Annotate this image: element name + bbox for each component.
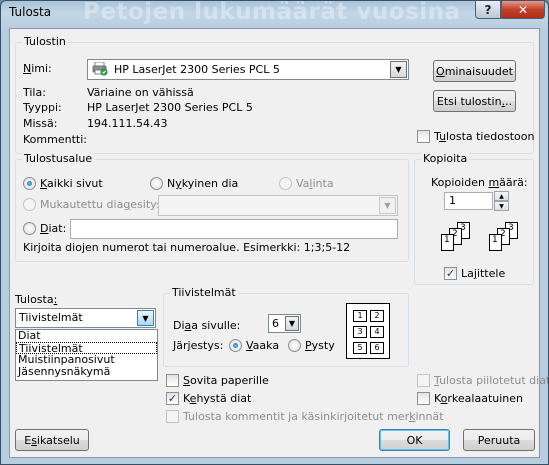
print-range-group-title: Tulostusalue	[22, 152, 95, 165]
print-what-value: Tiivistelmät	[19, 311, 83, 324]
frame-slides-checkbox[interactable]: ✓	[166, 392, 179, 405]
printer-where-value: 194.111.54.43	[87, 117, 168, 130]
stack1-page1: 1	[441, 234, 454, 251]
chevron-down-icon[interactable]: ▼	[285, 316, 299, 331]
order-horizontal-label: Vaaka	[246, 339, 280, 352]
preview-button[interactable]: Es ikatselu	[15, 429, 89, 451]
range-all-label: Kaikki sivut	[40, 177, 103, 190]
collate-checkbox[interactable]: ✓	[444, 267, 457, 280]
copies-count-label: Kopioiden määrä:	[431, 176, 528, 189]
preview-cell-3: 3	[353, 326, 367, 338]
range-custom-show-radio[interactable]	[23, 198, 36, 211]
print-hidden-slides-label: Tulosta piilotetut diat	[434, 374, 549, 387]
print-what-label: Tulosta:	[15, 293, 58, 306]
preview-cell-4: 4	[370, 326, 384, 338]
handout-layout-preview: 1 2 3 4 5 6	[346, 303, 390, 359]
print-what-dropdown-list[interactable]: Diat Tiivistelmät Muistiinpanosivut Jäse…	[15, 329, 158, 381]
cancel-button[interactable]: Peruuta	[463, 429, 535, 451]
order-vertical-radio[interactable]	[288, 339, 301, 352]
range-hint: Kirjoita diojen numerot tai numeroalue. …	[23, 241, 351, 254]
range-all-radio[interactable]	[23, 177, 36, 190]
copies-count-input[interactable]: 1	[444, 192, 493, 210]
range-custom-show-label: Mukautettu diagesitys:	[40, 198, 167, 211]
print-what-select[interactable]: Tiivistelmät ▼	[15, 308, 156, 328]
custom-show-select[interactable]: ▼	[158, 195, 398, 216]
title-bar[interactable]: Petojen lukumäärät vuosina Tulosta ? ✕	[1, 1, 548, 27]
handouts-group-title: Tiivistelmät	[170, 286, 238, 299]
copies-count-value: 1	[449, 194, 456, 207]
print-to-file-checkbox[interactable]	[417, 130, 430, 143]
range-selection-label: Valinta	[296, 177, 334, 190]
slides-per-page-label: Diaa sivulle:	[173, 319, 241, 332]
printer-group-title: Tulostin	[22, 35, 68, 48]
properties-button[interactable]: Ominaisuudet	[433, 60, 516, 82]
order-vertical-label: Pysty	[305, 339, 335, 352]
preview-cell-6: 6	[370, 342, 384, 354]
order-label: Järjestys:	[173, 339, 224, 352]
slides-input[interactable]	[70, 219, 398, 239]
preview-cell-5: 5	[353, 342, 367, 354]
find-printer-button[interactable]: Etsi tulostin...	[433, 90, 516, 112]
printer-type-label: Tyyppi:	[23, 101, 62, 114]
help-button[interactable]: ?	[475, 1, 501, 19]
range-current-radio[interactable]	[150, 177, 163, 190]
preview-cell-1: 1	[353, 310, 367, 322]
copies-decrement-button[interactable]: ▼	[494, 201, 509, 211]
preview-cell-2: 2	[370, 310, 384, 322]
printer-name-value: HP LaserJet 2300 Series PCL 5	[114, 63, 280, 76]
print-comments-checkbox[interactable]	[166, 410, 179, 423]
print-dialog-window: Petojen lukumäärät vuosina Tulosta ? ✕ T…	[0, 0, 549, 465]
slides-per-page-select[interactable]: 6 ▼	[268, 314, 301, 333]
copies-group-title: Kopioita	[421, 152, 470, 165]
stack2-page1: 1	[489, 234, 502, 251]
range-current-label: Nykyinen dia	[167, 177, 239, 190]
printer-status-label: Tila:	[23, 86, 46, 99]
collate-pages-icon: 3 2 1 3 2 1	[429, 222, 529, 258]
chevron-down-icon[interactable]: ▼	[390, 61, 407, 78]
frame-slides-label: Kehystä diat	[183, 392, 252, 405]
high-quality-label: Korkealaatuinen	[434, 392, 524, 405]
printer-name-label: Nimi:	[23, 62, 52, 75]
range-slides-label: Diat:	[40, 222, 67, 235]
printer-where-label: Missä:	[23, 117, 58, 130]
list-item[interactable]: Diat	[16, 330, 157, 342]
range-slides-radio[interactable]	[23, 222, 36, 235]
background-document-title: Petojen lukumäärät vuosina	[83, 0, 461, 25]
slides-per-page-value: 6	[272, 317, 279, 330]
ok-button[interactable]: OK	[379, 429, 450, 451]
chevron-down-icon[interactable]: ▼	[137, 310, 154, 326]
order-horizontal-radio[interactable]	[229, 339, 242, 352]
range-selection-radio[interactable]	[279, 177, 292, 190]
printer-status-value: Väriaine on vähissä	[87, 86, 194, 99]
printer-name-select[interactable]: HP LaserJet 2300 Series PCL 5 ▼	[87, 59, 409, 80]
list-item[interactable]: Jäsennysnäkymä	[16, 366, 157, 378]
fit-to-paper-label: Sovita paperille	[183, 374, 269, 387]
printer-comment-label: Kommentti:	[23, 133, 87, 146]
print-to-file-label: Tulosta tiedostoon	[434, 130, 535, 143]
fit-to-paper-checkbox[interactable]	[166, 374, 179, 387]
close-button[interactable]: ✕	[501, 1, 545, 19]
print-comments-label: Tulosta kommentit ja käsinkirjoitetut me…	[183, 410, 444, 423]
dialog-body: Tulostin Nimi: HP LaserJet 2300 Series P…	[9, 28, 548, 458]
printer-type-value: HP LaserJet 2300 Series PCL 5	[87, 101, 253, 114]
collate-label: Lajittele	[461, 267, 506, 280]
chevron-down-icon[interactable]: ▼	[379, 197, 396, 214]
window-title: Tulosta	[9, 5, 52, 19]
printer-icon	[92, 61, 108, 76]
print-hidden-slides-checkbox[interactable]	[417, 374, 430, 387]
high-quality-checkbox[interactable]	[417, 392, 430, 405]
copies-increment-button[interactable]: ▲	[494, 191, 509, 201]
